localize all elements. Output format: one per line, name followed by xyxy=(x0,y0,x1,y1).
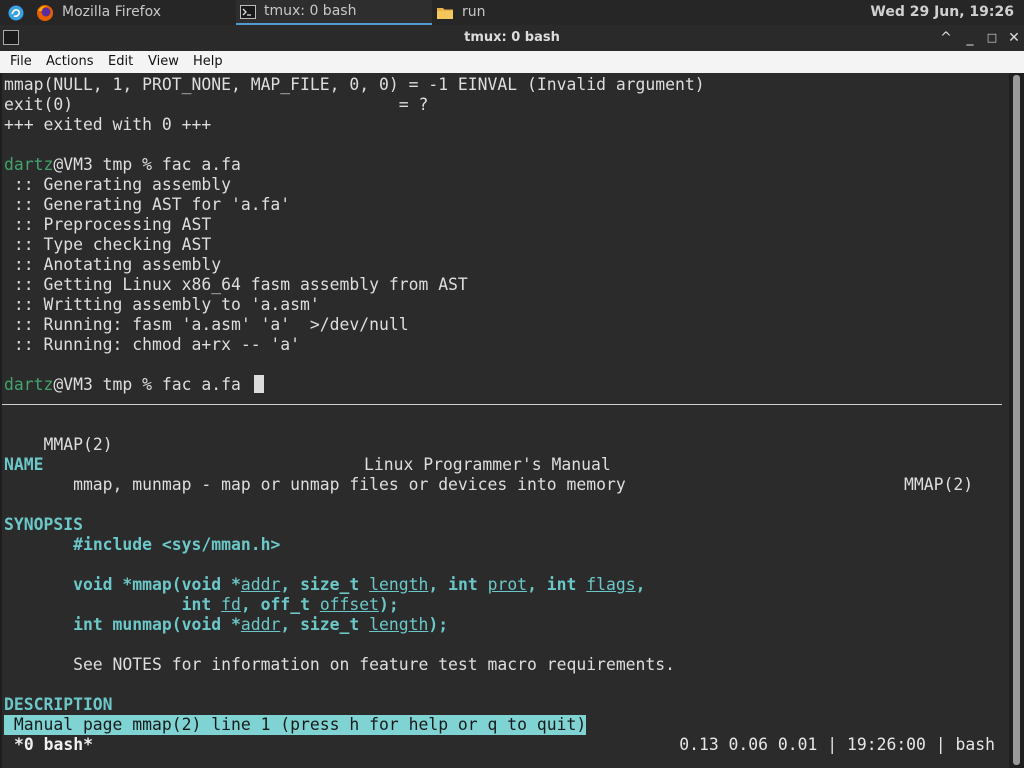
window-title: tmux: 0 bash xyxy=(464,30,560,45)
prompt-host: @VM3 tmp % xyxy=(53,375,162,394)
firefox-icon xyxy=(37,4,53,21)
terminal-line: :: Generating AST for 'a.fa' xyxy=(4,195,291,214)
taskbar-firefox[interactable]: Mozilla Firefox xyxy=(36,0,161,25)
terminal-line: :: Writting assembly to 'a.asm' xyxy=(4,295,320,314)
menu-actions[interactable]: Actions xyxy=(46,51,94,73)
prompt-line: dartz@VM3 tmp % fac a.fa xyxy=(4,375,251,395)
taskbar-tmux[interactable]: tmux: 0 bash xyxy=(236,0,432,25)
menu-edit[interactable]: Edit xyxy=(108,51,133,73)
text-cursor xyxy=(254,375,264,393)
man-synopsis-munmap: int munmap(void *addr, size_t length); xyxy=(73,615,449,634)
terminal-line: :: Anotating assembly xyxy=(4,255,222,274)
app-menu-icon xyxy=(8,5,24,20)
man-section-synopsis: SYNOPSIS xyxy=(4,515,83,534)
tmux-status-bar: *0 bash* 0.13 0.06 0.01 | 19:26:00 | bas… xyxy=(2,735,1011,755)
terminal-line: :: Type checking AST xyxy=(4,235,212,254)
man-header-center: Linux Programmer's Manual xyxy=(364,455,611,474)
prompt-line: dartz@VM3 tmp % fac a.fa xyxy=(4,155,241,175)
folder-icon xyxy=(437,7,453,19)
terminal-line: exit(0) = ? xyxy=(4,95,429,114)
tmux-window-tab[interactable]: *0 bash* xyxy=(14,735,93,755)
man-include-line: #include <sys/mman.h> xyxy=(4,535,280,555)
menu-file[interactable]: File xyxy=(10,51,32,73)
terminal-line: :: Running: chmod a+rx -- 'a' xyxy=(4,335,301,354)
window-titlebar: tmux: 0 bash ^ _ □ ✕ xyxy=(0,25,1024,51)
chevron-up-icon[interactable]: ^ xyxy=(936,28,956,48)
taskbar-tmux-label: tmux: 0 bash xyxy=(264,3,357,19)
man-header-right: MMAP(2) xyxy=(904,475,974,494)
man-synopsis-mmap-cont: int fd, off_t offset); xyxy=(181,595,399,614)
taskbar-firefox-label: Mozilla Firefox xyxy=(62,4,162,20)
man-include: #include <sys/mman.h> xyxy=(73,535,281,554)
clock-text: Wed 29 Jun, 19:26 xyxy=(870,4,1014,20)
man-header: MMAP(2) Linux Programmer's Manual MMAP(2… xyxy=(4,415,974,494)
prompt-host: @VM3 tmp % xyxy=(53,155,162,174)
prompt-user: dartz xyxy=(4,155,54,174)
terminal-line: +++ exited with 0 +++ xyxy=(4,115,212,134)
top-panel: Mozilla Firefox tmux: 0 bash run Wed 29 … xyxy=(0,0,1024,25)
maximize-button[interactable]: □ xyxy=(982,28,1002,48)
prompt-user: dartz xyxy=(4,375,54,394)
menubar: File Actions Edit View Help xyxy=(0,51,1024,73)
clock[interactable]: Wed 29 Jun, 19:26 xyxy=(870,0,1014,25)
terminal-icon xyxy=(240,4,256,19)
menu-help[interactable]: Help xyxy=(193,51,223,73)
taskbar-run[interactable]: run xyxy=(436,0,486,25)
man-notes-text: See NOTES for information on feature tes… xyxy=(4,655,676,674)
terminal-line: :: Running: fasm 'a.asm' 'a' >/dev/null xyxy=(4,315,409,334)
close-button[interactable]: ✕ xyxy=(1004,28,1024,48)
scrollbar-thumb[interactable] xyxy=(1013,75,1020,765)
man-section-description: DESCRIPTION xyxy=(4,695,113,714)
command-text: fac a.fa xyxy=(161,375,251,394)
terminal-line: :: Preprocessing AST xyxy=(4,215,212,234)
terminal-scrollbar[interactable] xyxy=(1009,73,1024,768)
terminal-line: :: Generating assembly xyxy=(4,175,231,194)
man-section-name: NAME xyxy=(4,455,44,474)
man-synopsis-mmap: void *mmap(void *addr, size_t length, in… xyxy=(73,575,646,594)
terminal-line: :: Getting Linux x86_64 fasm assembly fr… xyxy=(4,275,468,294)
tmux-status-right: 0.13 0.06 0.01 | 19:26:00 | bash xyxy=(679,735,995,754)
command-text: fac a.fa xyxy=(161,155,241,174)
taskbar-run-label: run xyxy=(462,4,486,20)
terminal-area[interactable]: mmap(NULL, 1, PROT_NONE, MAP_FILE, 0, 0)… xyxy=(0,73,1009,768)
man-name-text: mmap, munmap - map or unmap files or dev… xyxy=(4,475,626,494)
terminal-line: mmap(NULL, 1, PROT_NONE, MAP_FILE, 0, 0)… xyxy=(4,75,705,94)
minimize-button[interactable]: _ xyxy=(960,28,980,48)
man-header-left: MMAP(2) xyxy=(43,435,113,454)
man-status-line: Manual page mmap(2) line 1 (press h for … xyxy=(4,715,587,735)
menu-view[interactable]: View xyxy=(148,51,179,73)
app-menu-button[interactable] xyxy=(6,0,26,25)
pane-divider[interactable] xyxy=(2,404,1002,405)
